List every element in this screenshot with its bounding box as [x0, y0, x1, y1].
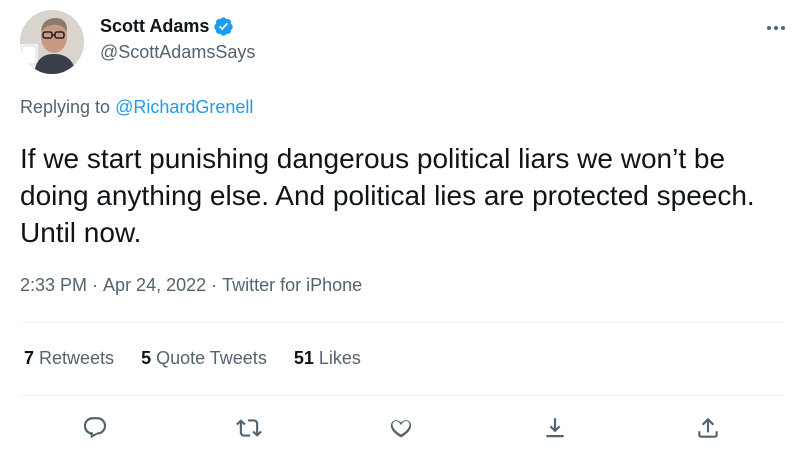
quote-tweets-label: Quote Tweets: [151, 348, 267, 368]
divider: [20, 322, 785, 323]
tweet-time[interactable]: 2:33 PM: [20, 275, 87, 296]
meta-separator: ·: [87, 275, 104, 295]
tweet-text: If we start punishing dangerous politica…: [20, 143, 755, 248]
bookmark-icon: [546, 418, 564, 438]
more-icon: [767, 26, 785, 30]
verified-badge-icon: [214, 17, 234, 36]
tweet-header: Scott Adams @ScottAdamsSays: [20, 8, 790, 76]
quote-tweets-stat[interactable]: 5 Quote Tweets: [141, 348, 267, 369]
likes-count: 51: [293, 348, 314, 368]
share-button[interactable]: [690, 410, 726, 446]
author-handle[interactable]: @ScottAdamsSays: [100, 42, 255, 63]
tweet-source[interactable]: Twitter for iPhone: [222, 275, 362, 296]
retweet-button[interactable]: [231, 410, 267, 446]
more-options-button[interactable]: [764, 16, 788, 40]
like-button[interactable]: [383, 410, 419, 446]
likes-stat[interactable]: 51 Likes: [294, 348, 361, 369]
retweets-label: Retweets: [34, 348, 115, 368]
like-icon: [390, 420, 412, 438]
retweets-stat[interactable]: 7 Retweets: [24, 348, 114, 369]
likes-label: Likes: [313, 348, 361, 368]
divider: [20, 395, 785, 396]
reply-icon: [83, 417, 107, 439]
tweet-date[interactable]: Apr 24, 2022: [103, 275, 206, 296]
reply-button[interactable]: [77, 410, 113, 446]
reply-to-link[interactable]: @RichardGrenell: [115, 97, 253, 117]
retweet-icon: [236, 419, 262, 437]
avatar[interactable]: [20, 10, 84, 74]
quote-tweets-count: 5: [141, 348, 152, 368]
profile-photo-icon: [20, 10, 84, 74]
tweet-stats: 7 Retweets 5 Quote Tweets 51 Likes: [24, 348, 361, 369]
replying-prefix: Replying to: [20, 97, 116, 117]
author-name-row[interactable]: Scott Adams: [100, 16, 255, 37]
author-display-name[interactable]: Scott Adams: [100, 16, 209, 37]
meta-separator: ·: [206, 275, 223, 295]
action-bar: [20, 404, 785, 452]
retweets-count: 7: [24, 348, 35, 368]
bookmark-button[interactable]: [537, 410, 573, 446]
share-icon: [698, 417, 718, 438]
tweet-meta: 2:33 PM · Apr 24, 2022 · Twitter for iPh…: [20, 275, 362, 296]
replying-to: Replying to @RichardGrenell: [20, 97, 253, 118]
